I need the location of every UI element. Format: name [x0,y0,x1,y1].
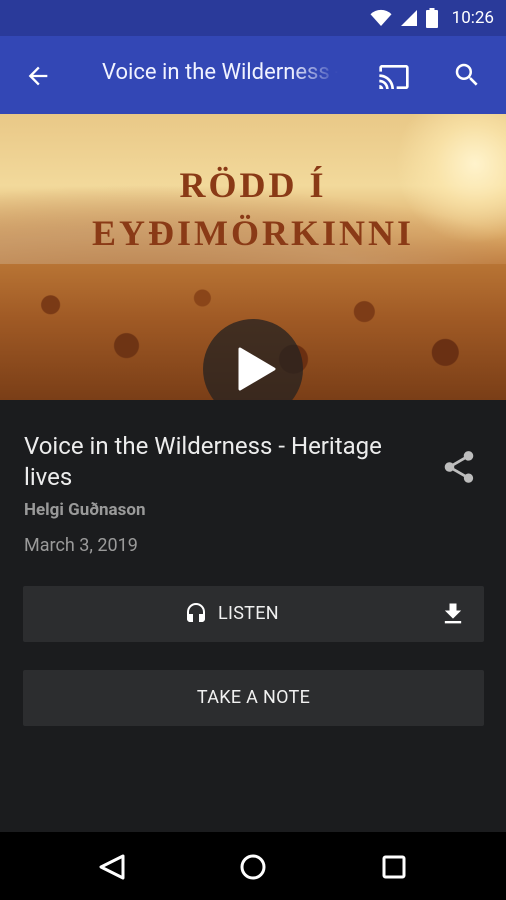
episode-author: Helgi Guðnason [24,500,146,520]
listen-label: LISTEN [218,603,279,624]
system-nav-bar [0,832,506,900]
headphones-icon [187,603,205,622]
battery-icon [425,8,438,28]
status-time: 10:26 [451,8,494,28]
artwork-title-line1: RÖDD Í [179,165,327,205]
episode-date: March 3, 2019 [24,535,138,556]
back-arrow-icon[interactable] [24,62,52,90]
take-note-button[interactable]: TAKE A NOTE [23,670,484,726]
share-icon[interactable] [440,448,478,486]
listen-button[interactable]: LISTEN [23,586,484,642]
page-title: Voice in the Wilderness - Heritage lives [102,60,338,85]
search-icon[interactable] [452,60,482,90]
take-note-label: TAKE A NOTE [196,687,311,708]
status-icons: 10:26 [370,0,494,36]
signal-icon [400,10,417,26]
episode-artwork: RÖDD Í EYÐIMÖRKINNI [0,114,506,400]
nav-home-icon[interactable] [240,854,266,880]
nav-recent-icon[interactable] [382,855,406,879]
wifi-icon [370,9,392,26]
download-icon[interactable] [439,600,467,628]
status-bar: 10:26 [0,0,506,36]
nav-back-icon[interactable] [98,854,126,880]
artwork-title-line2: EYÐIMÖRKINNI [91,213,414,253]
cast-icon[interactable] [376,61,412,93]
app-bar: Voice in the Wilderness - Heritage lives [0,36,506,114]
episode-title: Voice in the Wilderness - Heritage lives [24,432,382,491]
play-icon [238,347,276,391]
